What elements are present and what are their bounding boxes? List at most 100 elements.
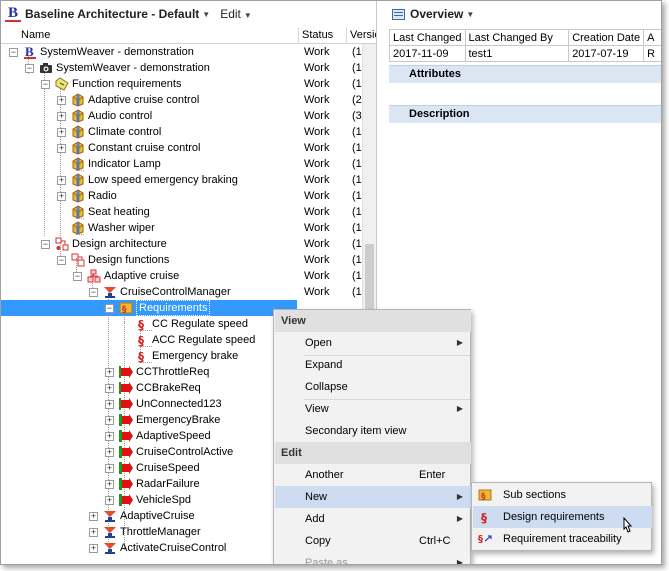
tree-item-label[interactable]: ThrottleManager <box>120 524 201 540</box>
tree-item-label[interactable]: Seat heating <box>88 204 150 220</box>
expand-toggle-icon[interactable]: + <box>105 416 114 425</box>
expand-toggle-icon[interactable]: + <box>89 512 98 521</box>
tree-item-label[interactable]: Indicator Lamp <box>88 156 161 172</box>
tree-item-label[interactable]: ACC Regulate speed <box>152 332 255 348</box>
tree-row[interactable]: − § Requirements <box>1 300 297 316</box>
submenu-item-sub-sections[interactable]: § Sub sections <box>473 484 652 506</box>
expand-toggle-icon[interactable]: + <box>57 112 66 121</box>
menu-item-new[interactable]: New ▶ <box>275 486 471 508</box>
expand-toggle-icon[interactable]: + <box>105 432 114 441</box>
tree-row[interactable]: + Adaptive cruise control Work (2 <box>1 92 376 108</box>
menu-item-another[interactable]: Another Enter <box>275 464 471 486</box>
collapse-toggle-icon[interactable]: − <box>57 256 66 265</box>
menu-item-add[interactable]: Add ▶ <box>275 508 471 530</box>
column-name[interactable]: Name <box>1 28 299 44</box>
tree-row[interactable]: + Radio Work (1 <box>1 188 376 204</box>
tree-row[interactable]: + Climate control Work (1 <box>1 124 376 140</box>
port-out-icon <box>119 365 133 379</box>
tree-item-label[interactable]: CruiseControlActive <box>136 444 233 460</box>
edit-menu[interactable]: Edit ▼ <box>220 7 252 21</box>
expand-toggle-icon[interactable]: + <box>57 176 66 185</box>
tree-item-label[interactable]: AdaptiveCruise <box>120 508 195 524</box>
tree-item-label[interactable]: CC Regulate speed <box>152 316 248 332</box>
expand-toggle-icon[interactable]: + <box>105 384 114 393</box>
tree-item-label[interactable]: Adaptive cruise <box>104 268 179 284</box>
expand-toggle-icon[interactable]: + <box>89 528 98 537</box>
tree-item-label[interactable]: Design architecture <box>72 236 167 252</box>
tree-item-label[interactable]: Constant cruise control <box>88 140 201 156</box>
view-title-dropdown[interactable]: Baseline Architecture - Default <box>25 7 199 21</box>
tree-item-label[interactable]: CruiseControlManager <box>120 284 231 300</box>
tree-row[interactable]: − Design architecture Work (1 <box>1 236 376 252</box>
collapse-toggle-icon[interactable]: − <box>9 48 18 57</box>
menu-item-collapse[interactable]: Collapse <box>275 376 471 398</box>
collapse-toggle-icon[interactable]: − <box>105 304 114 313</box>
column-status[interactable]: Status <box>299 28 347 44</box>
package-icon <box>71 93 85 107</box>
menu-item-open[interactable]: Open ▶ <box>275 332 471 354</box>
chevron-down-icon[interactable]: ▼ <box>466 10 474 19</box>
collapse-toggle-icon[interactable]: − <box>41 80 50 89</box>
tree-row[interactable]: + Low speed emergency braking Work (1 <box>1 172 376 188</box>
expand-toggle-icon[interactable]: + <box>105 496 114 505</box>
tree-item-label[interactable]: UnConnected123 <box>136 396 222 412</box>
requirement-folder-icon <box>55 77 69 91</box>
tree-row[interactable]: − SystemWeaver - demonstration Work (1 <box>1 60 376 76</box>
expand-toggle-icon[interactable]: + <box>105 480 114 489</box>
tree-row[interactable]: Washer wiper Work (1 <box>1 220 376 236</box>
expand-toggle-icon[interactable]: + <box>89 544 98 553</box>
tree-item-label[interactable]: CCThrottleReq <box>136 364 209 380</box>
tree-item-label[interactable]: EmergencyBrake <box>136 412 220 428</box>
tree-item-label[interactable]: RadarFailure <box>136 476 200 492</box>
tree-row[interactable]: Indicator Lamp Work (1 <box>1 156 376 172</box>
menu-item-view[interactable]: View ▶ <box>275 398 471 420</box>
expand-toggle-icon[interactable]: + <box>105 448 114 457</box>
description-section[interactable]: Description <box>389 105 661 123</box>
tree-row[interactable]: − B SystemWeaver - demonstration Work (1 <box>1 44 376 60</box>
tree-row[interactable]: + Audio control Work (3 <box>1 108 376 124</box>
tree-row[interactable]: Seat heating Work (1 <box>1 204 376 220</box>
menu-item-paste-as[interactable]: Paste as ▶ <box>275 552 471 564</box>
tree-row[interactable]: − Adaptive cruise Work (1 <box>1 268 376 284</box>
collapse-toggle-icon[interactable]: − <box>89 288 98 297</box>
tree-row[interactable]: − CruiseControlManager Work (1 <box>1 284 376 300</box>
menu-item-copy[interactable]: Copy Ctrl+C <box>275 530 471 552</box>
expand-toggle-icon[interactable]: + <box>105 464 114 473</box>
expand-toggle-icon[interactable]: + <box>105 368 114 377</box>
tree-row[interactable]: + Constant cruise control Work (1 <box>1 140 376 156</box>
collapse-toggle-icon[interactable]: − <box>41 240 50 249</box>
expand-toggle-icon[interactable]: + <box>105 400 114 409</box>
tree-item-label[interactable]: ActivateCruiseControl <box>120 540 226 556</box>
tree-item-label[interactable]: CruiseSpeed <box>136 460 200 476</box>
tree-item-status: Work <box>304 46 330 58</box>
tree-row[interactable]: − Function requirements Work (1 <box>1 76 376 92</box>
expand-toggle-icon[interactable]: + <box>57 144 66 153</box>
tree-item-label[interactable]: Emergency brake <box>152 348 238 364</box>
expand-toggle-icon[interactable]: + <box>57 192 66 201</box>
menu-item-secondary-view[interactable]: Secondary item view <box>275 420 471 442</box>
tree-item-label[interactable]: Requirements <box>136 300 211 316</box>
tree-item-label[interactable]: Audio control <box>88 108 152 124</box>
tree-item-label[interactable]: AdaptiveSpeed <box>136 428 211 444</box>
tree-item-label[interactable]: VehicleSpd <box>136 492 191 508</box>
collapse-toggle-icon[interactable]: − <box>25 64 34 73</box>
overview-title-dropdown[interactable]: Overview <box>410 7 463 21</box>
tree-item-label[interactable]: Washer wiper <box>88 220 155 236</box>
attributes-section[interactable]: Attributes <box>389 65 661 83</box>
expand-toggle-icon[interactable]: + <box>57 96 66 105</box>
tree-item-label[interactable]: Climate control <box>88 124 161 140</box>
tree-row[interactable]: − Design functions Work (1 <box>1 252 376 268</box>
tree-item-label[interactable]: SystemWeaver - demonstration <box>40 44 194 60</box>
expand-toggle-icon[interactable]: + <box>57 128 66 137</box>
tree-item-label[interactable]: Adaptive cruise control <box>88 92 199 108</box>
column-version[interactable]: Versio <box>347 28 376 44</box>
menu-item-expand[interactable]: Expand <box>275 354 471 376</box>
tree-item-label[interactable]: Design functions <box>88 252 169 268</box>
tree-item-label[interactable]: Function requirements <box>72 76 181 92</box>
tree-item-label[interactable]: Radio <box>88 188 117 204</box>
tree-item-label[interactable]: SystemWeaver - demonstration <box>56 60 210 76</box>
collapse-toggle-icon[interactable]: − <box>73 272 82 281</box>
tree-item-label[interactable]: CCBrakeReq <box>136 380 201 396</box>
chevron-down-icon[interactable]: ▼ <box>202 10 210 19</box>
tree-item-label[interactable]: Low speed emergency braking <box>88 172 238 188</box>
